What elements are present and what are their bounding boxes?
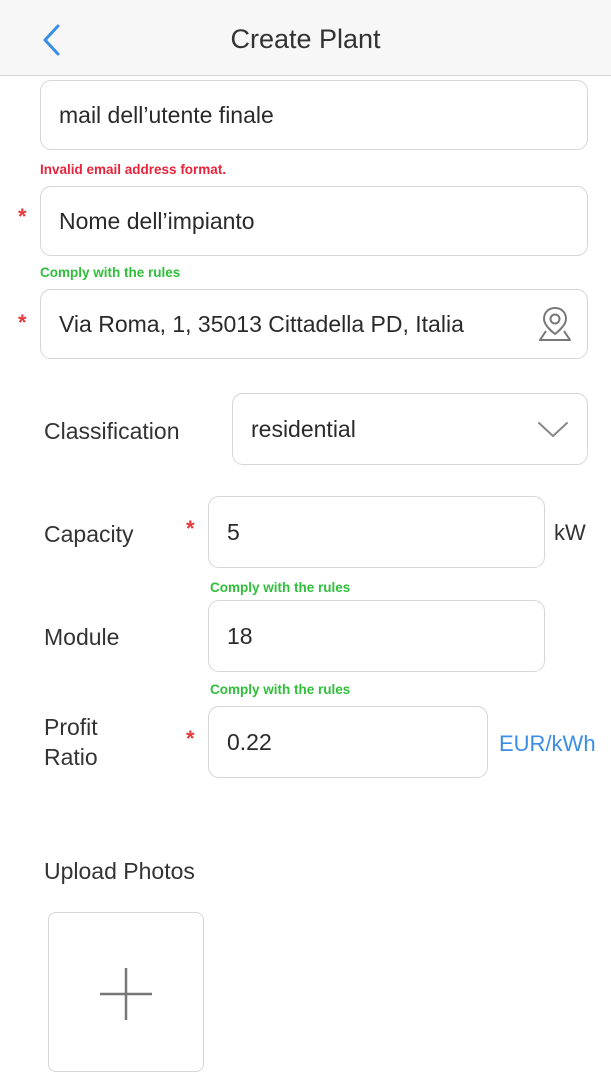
classification-select[interactable]: residential [232,393,588,465]
location-pin-icon[interactable] [535,304,575,344]
profit-ratio-label-line2: Ratio [44,744,98,770]
address-value: Via Roma, 1, 35013 Cittadella PD, Italia [59,310,464,337]
capacity-value: 5 [227,518,240,545]
navigation-bar: Create Plant [0,0,611,76]
upload-photos-title: Upload Photos [44,858,195,884]
email-value: mail dell’utente finale [59,101,274,128]
module-validation-message: Comply with the rules [210,682,351,697]
capacity-label: Capacity [44,521,134,547]
required-marker: * [18,204,27,229]
chevron-down-icon [538,422,568,437]
classification-value: residential [251,415,356,442]
profit-ratio-value: 0.22 [227,728,272,755]
profit-ratio-input[interactable]: 0.22 [208,706,488,778]
classification-label: Classification [44,418,180,444]
module-input[interactable]: 18 [208,600,545,672]
add-photo-button[interactable] [48,912,204,1072]
page-title: Create Plant [230,24,381,54]
email-field[interactable]: mail dell’utente finale [40,80,588,150]
plant-name-value: Nome dell’impianto [59,207,255,234]
email-error-message: Invalid email address format. [40,162,227,177]
required-marker: * [186,516,195,541]
required-marker: * [18,310,27,335]
capacity-unit: kW [554,520,586,545]
module-value: 18 [227,622,253,649]
plant-name-field[interactable]: Nome dell’impianto [40,186,588,256]
profit-ratio-label-line1: Profit [44,714,98,740]
capacity-input[interactable]: 5 [208,496,545,568]
capacity-validation-message: Comply with the rules [210,580,351,595]
required-marker: * [186,726,195,751]
plant-name-validation-message: Comply with the rules [40,265,181,280]
address-field[interactable]: Via Roma, 1, 35013 Cittadella PD, Italia [40,289,588,359]
plus-icon [100,968,152,1020]
profit-ratio-label: Profit Ratio [44,712,98,772]
module-label: Module [44,624,120,650]
profit-ratio-unit: EUR/kWh [499,731,596,756]
